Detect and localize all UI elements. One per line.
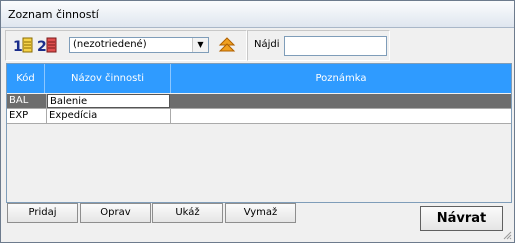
cell-name[interactable]: Expedícia bbox=[47, 109, 171, 123]
table-row[interactable]: BAL Balenie bbox=[7, 94, 511, 109]
sort-by-code-icon[interactable]: 1 bbox=[13, 36, 33, 54]
svg-text:1: 1 bbox=[13, 39, 23, 54]
table-row[interactable]: EXP Expedícia bbox=[7, 109, 511, 124]
title-bar: Zoznam činností bbox=[1, 1, 514, 28]
window: Zoznam činností 1 2 (nezotriedené) ▼ Náj… bbox=[0, 0, 515, 243]
show-button[interactable]: Ukáž bbox=[152, 203, 223, 223]
sort-select-value: (nezotriedené) bbox=[73, 39, 147, 50]
activities-grid: Kód Názov činnosti Poznámka BAL Balenie … bbox=[6, 63, 512, 203]
sort-up-icon[interactable] bbox=[218, 36, 236, 54]
toolbar: 1 2 (nezotriedené) ▼ Nájdi bbox=[5, 30, 390, 61]
column-header-name[interactable]: Názov činnosti bbox=[45, 64, 171, 93]
column-header-note[interactable]: Poznámka bbox=[171, 64, 511, 93]
cell-code[interactable]: EXP bbox=[7, 109, 47, 123]
back-button[interactable]: Návrat bbox=[420, 206, 503, 231]
find-label: Nájdi bbox=[254, 39, 280, 50]
cell-note[interactable] bbox=[171, 109, 511, 123]
resize-grip-icon[interactable] bbox=[502, 230, 512, 240]
grid-header: Kód Názov činnosti Poznámka bbox=[7, 64, 511, 93]
sort-by-name-icon[interactable]: 2 bbox=[37, 36, 57, 54]
sort-select[interactable]: (nezotriedené) ▼ bbox=[69, 37, 209, 53]
svg-text:2: 2 bbox=[37, 39, 47, 54]
edit-button[interactable]: Oprav bbox=[80, 203, 151, 223]
cell-code[interactable]: BAL bbox=[7, 94, 47, 108]
column-header-code[interactable]: Kód bbox=[7, 64, 45, 93]
delete-button[interactable]: Vymaž bbox=[225, 203, 296, 223]
cell-note[interactable] bbox=[171, 94, 511, 108]
window-title: Zoznam činností bbox=[8, 8, 99, 21]
cell-name[interactable]: Balenie bbox=[47, 94, 170, 108]
find-input[interactable] bbox=[284, 36, 387, 56]
add-button[interactable]: Pridaj bbox=[7, 203, 78, 223]
chevron-down-icon[interactable]: ▼ bbox=[192, 38, 208, 52]
